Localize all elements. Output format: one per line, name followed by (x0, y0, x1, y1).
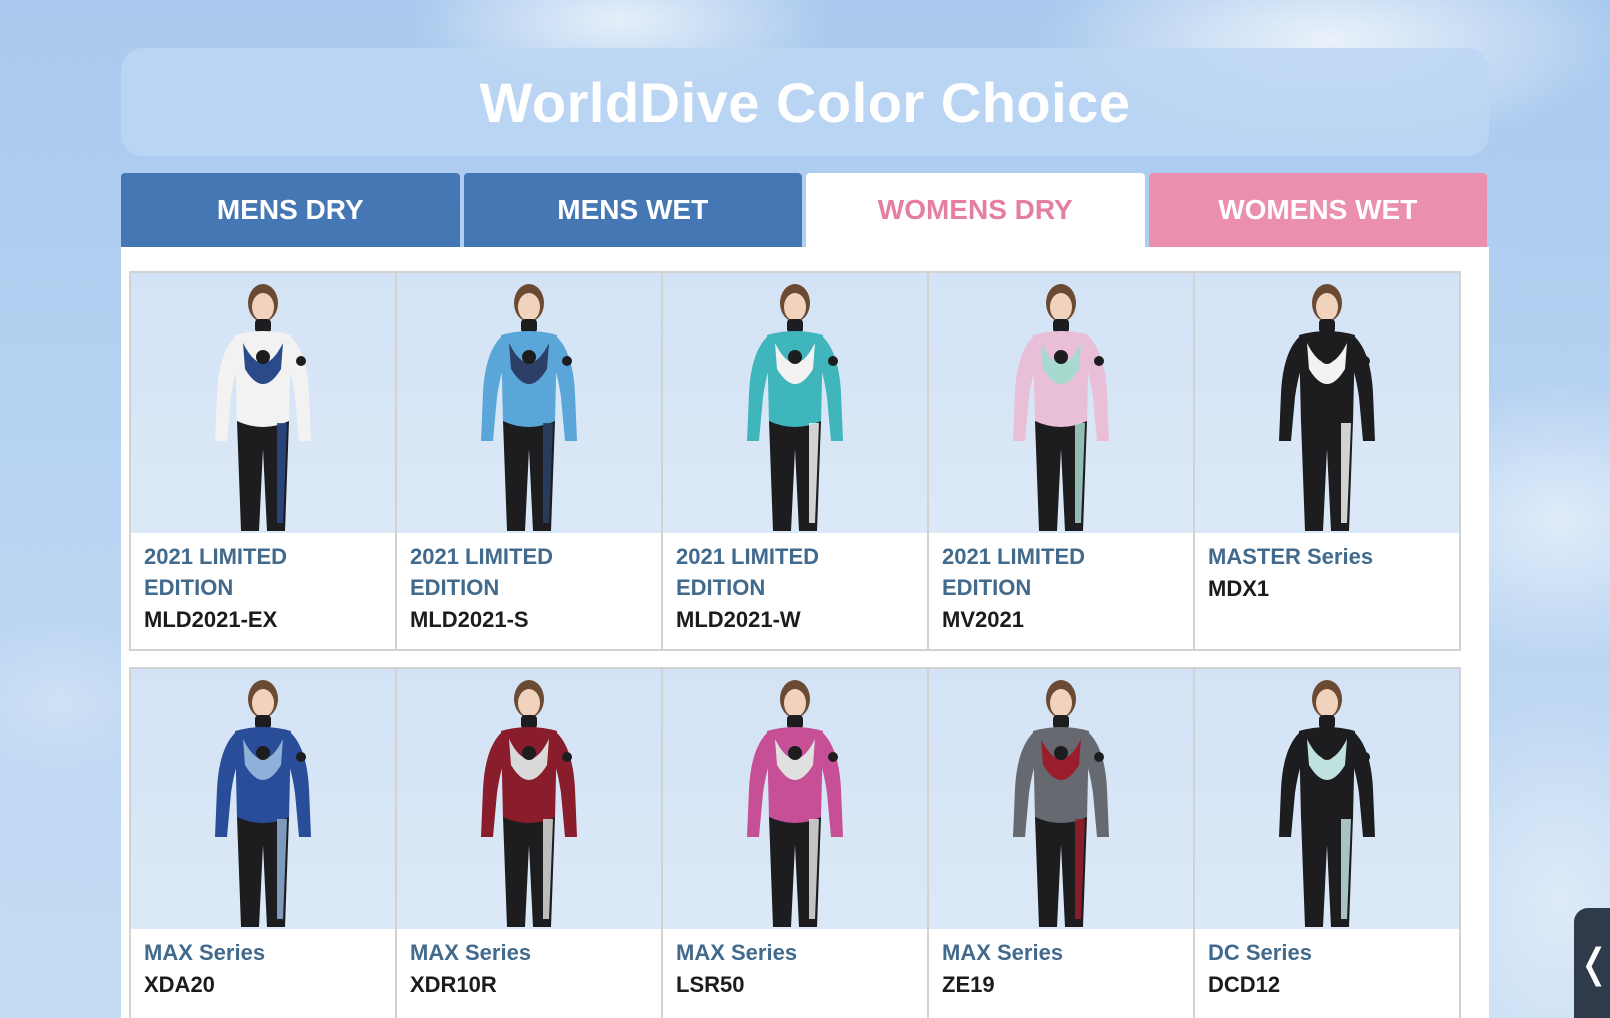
product-model: MV2021 (942, 607, 1024, 632)
product-model: MLD2021-EX (144, 607, 278, 632)
product-card[interactable]: 2021 LIMITED EDITION MV2021 (929, 273, 1193, 649)
tab-mens-dry[interactable]: MENS DRY (121, 173, 460, 247)
wetsuit-figure (747, 680, 843, 927)
wetsuit-figure (1013, 284, 1109, 531)
product-photo (397, 669, 661, 929)
product-row-2: MAX Series XDA20 MAX Series XDR10R MAX S… (129, 667, 1461, 1018)
product-model: LSR50 (676, 972, 745, 997)
product-card[interactable]: MAX Series XDR10R (397, 669, 661, 1018)
product-card[interactable]: MASTER Series MDX1 (1195, 273, 1459, 649)
product-model: ZE19 (942, 972, 995, 997)
product-series: MASTER Series (1208, 544, 1374, 569)
product-photo (929, 273, 1193, 533)
wetsuit-figure (1279, 284, 1375, 531)
product-card[interactable]: MAX Series LSR50 (663, 669, 927, 1018)
product-series: MAX Series (942, 940, 1064, 965)
product-model: MLD2021-W (676, 607, 801, 632)
wetsuit-figure (215, 284, 311, 531)
product-model: DCD12 (1208, 972, 1281, 997)
product-row-1: 2021 LIMITED EDITION MLD2021-EX 2021 LIM… (129, 271, 1461, 651)
product-card[interactable]: 2021 LIMITED EDITION MLD2021-W (663, 273, 927, 649)
product-panel: 2021 LIMITED EDITION MLD2021-EX 2021 LIM… (121, 247, 1489, 1018)
product-series: 2021 LIMITED EDITION (676, 544, 820, 600)
product-photo (663, 273, 927, 533)
wetsuit-figure (1279, 680, 1375, 927)
product-photo (1195, 273, 1459, 533)
tab-womens-dry[interactable]: WOMENS DRY (806, 173, 1145, 247)
product-photo (131, 273, 395, 533)
product-card[interactable]: DC Series DCD12 (1195, 669, 1459, 1018)
wetsuit-figure (747, 284, 843, 531)
product-card[interactable]: 2021 LIMITED EDITION MLD2021-EX (131, 273, 395, 649)
page-header: WorldDive Color Choice (121, 48, 1489, 156)
chevron-left-icon: ❬ (1577, 942, 1610, 986)
product-photo (397, 273, 661, 533)
product-series: 2021 LIMITED EDITION (942, 544, 1086, 600)
product-series: MAX Series (676, 940, 798, 965)
wetsuit-figure (215, 680, 311, 927)
product-card[interactable]: MAX Series XDA20 (131, 669, 395, 1018)
tab-womens-wet[interactable]: WOMENS WET (1148, 173, 1487, 247)
product-series: MAX Series (410, 940, 532, 965)
product-model: XDR10R (410, 972, 497, 997)
side-panel-toggle[interactable]: ❬ (1574, 908, 1610, 1018)
product-card[interactable]: 2021 LIMITED EDITION MLD2021-S (397, 273, 661, 649)
product-model: MDX1 (1208, 576, 1270, 601)
product-series: MAX Series (144, 940, 266, 965)
product-photo (1195, 669, 1459, 929)
product-photo (929, 669, 1193, 929)
wetsuit-figure (1013, 680, 1109, 927)
product-photo (131, 669, 395, 929)
page-title: WorldDive Color Choice (479, 70, 1131, 134)
tab-mens-wet[interactable]: MENS WET (463, 173, 802, 247)
product-series: 2021 LIMITED EDITION (410, 544, 554, 600)
product-model: XDA20 (144, 972, 215, 997)
product-series: 2021 LIMITED EDITION (144, 544, 288, 600)
product-photo (663, 669, 927, 929)
category-tabs: MENS DRY MENS WET WOMENS DRY WOMENS WET (121, 173, 1487, 247)
wetsuit-figure (481, 284, 577, 531)
product-model: MLD2021-S (410, 607, 529, 632)
product-series: DC Series (1208, 940, 1312, 965)
wetsuit-figure (481, 680, 577, 927)
product-card[interactable]: MAX Series ZE19 (929, 669, 1193, 1018)
